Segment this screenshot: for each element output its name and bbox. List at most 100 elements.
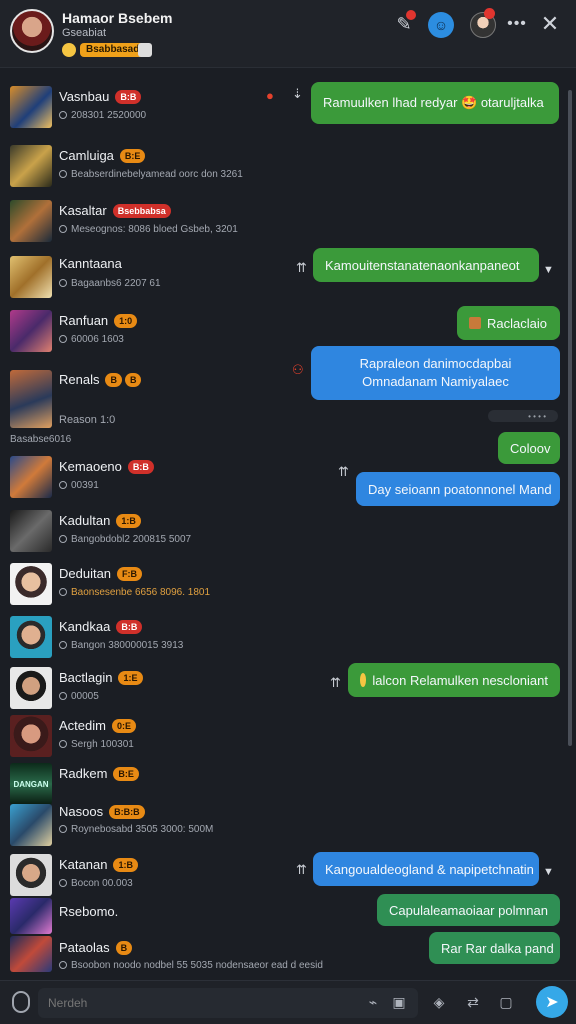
clock-icon xyxy=(59,535,67,543)
unread-badge: B:E xyxy=(113,767,139,781)
emoji-icon xyxy=(360,673,367,687)
avatar xyxy=(10,256,52,298)
last-message: 208301 2520000 xyxy=(71,110,147,121)
sticker-icon xyxy=(138,43,152,57)
clock-icon xyxy=(59,111,67,119)
clock-icon xyxy=(59,825,67,833)
contact-name: Katanan xyxy=(59,857,108,872)
message-bubble[interactable]: Day seioann poatonnonel Mand xyxy=(356,472,560,506)
contact-name: Rsebomo. xyxy=(59,904,119,919)
reply-icon[interactable]: ⇈ xyxy=(296,862,307,878)
last-message: Baonsesenbe 6656 8096. 1801 xyxy=(71,587,211,598)
unread-badge: B:B xyxy=(116,620,143,634)
last-message: Meseognos: 8086 bloed Gsbeb, 3201 xyxy=(71,224,238,235)
message-bubble[interactable]: Kamouitenstanatenaonkanpaneot xyxy=(313,248,539,282)
message-input[interactable] xyxy=(38,988,418,1018)
contact-name: Kemaoeno xyxy=(59,459,122,474)
last-message: 60006 1603 xyxy=(71,334,124,345)
contact-name: Nasoos xyxy=(59,804,104,819)
contact-name: Actedim xyxy=(59,718,106,733)
status-chip: Bsabbasad xyxy=(80,43,146,57)
contact-name: Camluiga xyxy=(59,148,114,163)
message-bubble[interactable]: Ramuulken lhad redyar 🤩 otaruljtalka xyxy=(311,82,559,124)
face-icon[interactable]: ☺ xyxy=(428,12,454,38)
format-icon[interactable]: ▣ xyxy=(388,991,410,1013)
attach-icon[interactable]: ⌁ xyxy=(362,991,384,1013)
reply-icon[interactable]: ⇈ xyxy=(296,260,307,276)
message-bubble[interactable]: Rar Rar dalka pand xyxy=(429,932,560,964)
message-bubble[interactable]: Rapraleon danimocdapbai Omnadanam Namiya… xyxy=(311,346,560,400)
last-message: Bagaanbs6 2207 61 xyxy=(71,278,161,289)
shield-icon[interactable]: ◈ xyxy=(428,991,450,1013)
avatar xyxy=(10,510,52,552)
message-bubble[interactable]: Capulaleamaoiaar polmnan xyxy=(377,894,560,926)
last-message: Beabserdinebelyamead oorc don 3261 xyxy=(71,169,243,180)
scrollbar[interactable] xyxy=(568,90,572,746)
clock-icon xyxy=(59,279,67,287)
send-icon[interactable]: ➤ xyxy=(536,986,568,1018)
contact-name: Vasnbau xyxy=(59,89,110,104)
composer-bar: ⌁ ▣ ◈ ⇄ ▢ ➤ xyxy=(0,980,576,1024)
unread-badge: B xyxy=(115,941,133,955)
unread-badge: 0:E xyxy=(111,719,136,733)
last-message: Bocon 00.003 xyxy=(71,878,133,889)
last-message: Roynebosabd 3505 3000: 500M xyxy=(71,824,214,835)
avatar xyxy=(10,715,52,757)
notification-dot xyxy=(406,10,416,20)
message-text: Raclaclaio xyxy=(487,315,547,331)
chat-list: Vasnbau B:B 208301 2520000 ● ⇣ Ramuulken … xyxy=(0,70,576,978)
image-icon xyxy=(469,317,481,329)
last-message: Bangon 380000015 3913 xyxy=(71,640,184,651)
message-bubble[interactable]: Kangoualdeogland & napipetchnatin xyxy=(313,852,539,886)
reply-icon[interactable]: ⇈ xyxy=(338,464,349,480)
more-icon[interactable]: ••• xyxy=(505,12,529,36)
message-bubble[interactable]: lalcon Relamulken nescloniant xyxy=(348,663,560,697)
contact-name: Deduitan xyxy=(59,566,112,581)
message-bubble[interactable]: Coloov xyxy=(498,432,560,464)
pin-icon[interactable]: ⇣ xyxy=(292,86,303,102)
avatar xyxy=(10,563,52,605)
unread-badge: 1:0 xyxy=(114,314,138,328)
unread-badge: B:B xyxy=(127,460,154,474)
contact-name: Radkem xyxy=(59,766,108,781)
unread-badge: Bsebbabsa xyxy=(112,204,171,218)
group-avatar[interactable] xyxy=(10,9,54,53)
clock-icon xyxy=(59,692,67,700)
reaction-icon[interactable]: ● xyxy=(266,88,274,103)
close-icon[interactable]: ✕ xyxy=(538,11,562,36)
swap-icon[interactable]: ⇄ xyxy=(462,991,484,1013)
avatar: DANGAN xyxy=(10,763,52,805)
clock-icon xyxy=(59,170,67,178)
unread-badge: B:B:B xyxy=(109,805,145,819)
clock-icon xyxy=(59,588,67,596)
avatar xyxy=(10,145,52,187)
reply-icon[interactable]: ⇈ xyxy=(330,675,341,691)
message-bubble[interactable]: Raclaclaio xyxy=(457,306,560,340)
image-icon[interactable]: ▢ xyxy=(495,991,517,1013)
unread-badge: B xyxy=(124,373,142,387)
reaction-icon[interactable]: ⚇ xyxy=(292,362,304,378)
contact-name: Pataolas xyxy=(59,940,110,955)
last-message: Bsoobon noodo nodbel 55 5035 nodensaeor … xyxy=(71,960,323,971)
contact-name: Kandkaa xyxy=(59,619,111,634)
contact-name: Bactlagin xyxy=(59,670,113,685)
unread-badge: 1:E xyxy=(118,671,143,685)
group-title: Hamaor Bsebem xyxy=(62,10,173,26)
notification-dot xyxy=(484,8,495,19)
avatar xyxy=(10,456,52,498)
emoji-icon xyxy=(62,43,76,57)
last-message: Bangobdobl2 200815 5007 xyxy=(71,534,192,545)
clock-icon xyxy=(59,335,67,343)
group-subtitle: Gseabiat xyxy=(62,27,107,39)
paperclip-icon[interactable] xyxy=(12,991,30,1013)
last-message: 00005 xyxy=(71,691,99,702)
chevron-down-icon[interactable]: ▼ xyxy=(543,866,554,878)
clock-icon xyxy=(59,879,67,887)
chat-header: Hamaor Bsebem Gseabiat Bsabbasad ✎ ☺ •••… xyxy=(0,0,576,68)
last-message: Reason 1:0 xyxy=(59,414,116,426)
unread-badge: B:B xyxy=(115,90,142,104)
last-message: Basabse6016 xyxy=(10,434,72,445)
last-message: Sergh 100301 xyxy=(71,739,134,750)
chevron-down-icon[interactable]: ▼ xyxy=(543,264,554,276)
unread-badge: B xyxy=(105,373,122,387)
